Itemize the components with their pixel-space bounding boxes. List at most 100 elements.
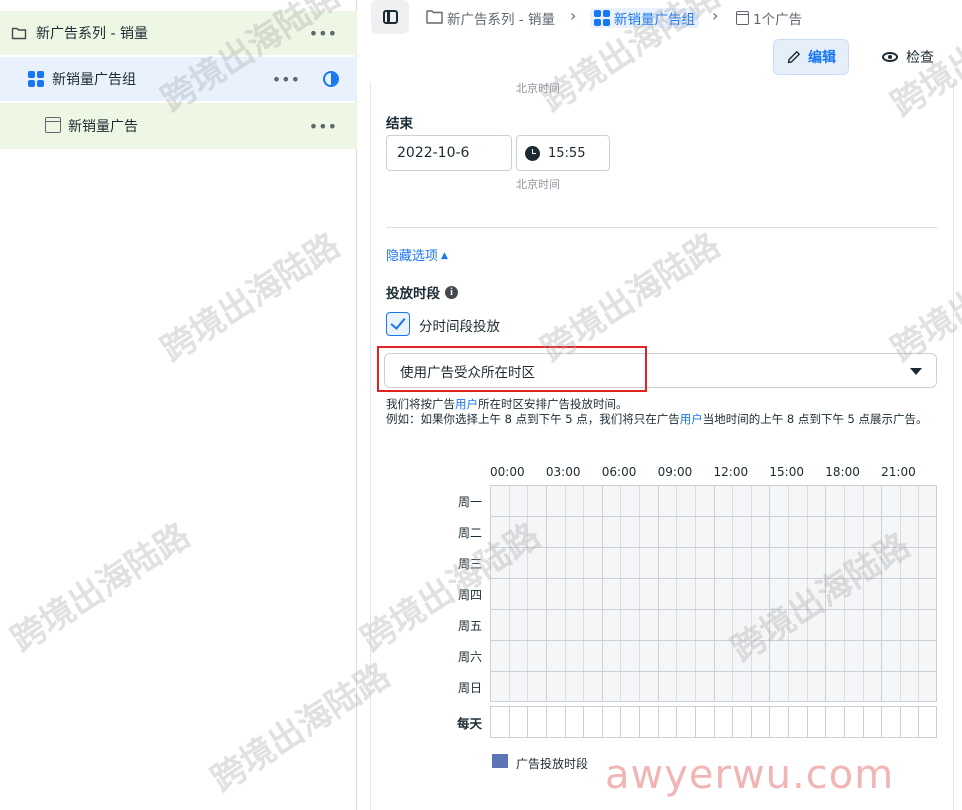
grid-column-line	[750, 486, 752, 701]
caret-up-icon: ▲	[441, 251, 448, 261]
grid-row-line	[491, 671, 936, 672]
tree-campaign-label: 新广告系列 - 销量	[36, 26, 148, 42]
daily-column-line	[508, 707, 510, 737]
folder-icon	[11, 25, 27, 41]
grid-column-line	[788, 486, 789, 701]
end-date-value: 2022-10-6	[397, 145, 470, 161]
tree-item-ad[interactable]: 新销量广告 •••	[0, 103, 357, 149]
grid-column-line	[732, 486, 734, 701]
help-text-part: 当地时间的上午 8 点到下午 5 点展示广告。	[702, 412, 928, 426]
breadcrumb-ad[interactable]: 1个广告	[736, 8, 802, 28]
tree-item-campaign[interactable]: 新广告系列 - 销量 •••	[0, 11, 357, 55]
dayparting-checkbox[interactable]	[386, 312, 410, 336]
annotation-highlight	[377, 346, 647, 392]
grid-column-line	[583, 486, 585, 701]
breadcrumb-campaign-label: 新广告系列 - 销量	[447, 12, 555, 28]
daily-column-line	[918, 707, 920, 737]
day-label: 周三	[458, 557, 483, 571]
more-options-icon[interactable]: •••	[272, 70, 300, 89]
tree-ad-label: 新销量广告	[68, 119, 138, 135]
dayparting-checkbox-label: 分时间段投放	[419, 319, 500, 335]
end-time-input[interactable]: 15:55	[516, 135, 610, 171]
breadcrumb-ad-label: 1个广告	[753, 12, 803, 28]
review-button-label: 检查	[906, 50, 934, 66]
more-options-icon[interactable]: •••	[309, 24, 337, 43]
folder-icon	[426, 9, 443, 28]
grid-column-line	[862, 486, 864, 701]
pencil-icon	[787, 51, 800, 64]
daily-column-line	[676, 707, 678, 737]
schedule-grid[interactable]	[490, 485, 937, 702]
legend-label: 广告投放时段	[516, 757, 589, 771]
hour-label: 18:00	[825, 465, 860, 479]
help-user-link[interactable]: 用户	[680, 412, 703, 426]
hide-options-label: 隐藏选项	[386, 249, 439, 264]
review-button[interactable]: 检查	[863, 39, 953, 75]
daily-column-line	[769, 707, 771, 737]
grid-column-line	[899, 486, 901, 701]
grid-column-line	[601, 486, 603, 701]
hide-options-link[interactable]: 隐藏选项 ▲	[386, 245, 448, 264]
section-divider	[386, 227, 937, 228]
daily-column-line	[564, 707, 566, 737]
grid-column-line	[713, 486, 715, 701]
help-user-link[interactable]: 用户	[455, 397, 478, 411]
daily-column-line	[620, 707, 622, 737]
grid-column-line	[527, 486, 529, 701]
day-label: 周四	[458, 588, 483, 602]
breadcrumb-adset-label: 新销量广告组	[614, 12, 695, 28]
grid-column-line	[508, 486, 510, 701]
daily-column-line	[788, 707, 789, 737]
end-label: 结束	[386, 116, 413, 132]
hour-label: 21:00	[881, 465, 916, 479]
end-date-input[interactable]: 2022-10-6	[386, 135, 512, 171]
clock-icon	[525, 145, 540, 161]
help-text-part: 所在时区安排广告投放时间。	[478, 397, 628, 411]
edit-button-label: 编辑	[808, 50, 836, 66]
daily-column-line	[862, 707, 864, 737]
end-timezone-label: 北京时间	[516, 178, 560, 191]
daily-column-line	[899, 707, 901, 737]
more-options-icon[interactable]: •••	[309, 117, 337, 136]
day-label: 周日	[458, 681, 483, 695]
info-icon[interactable]: i	[445, 285, 458, 299]
day-label: 周二	[458, 526, 483, 540]
day-label: 周一	[458, 495, 483, 509]
grid-column-line	[545, 486, 547, 701]
daily-column-line	[825, 707, 827, 737]
daily-column-line	[583, 707, 585, 737]
daily-column-line	[806, 707, 808, 737]
delivery-status-icon[interactable]	[323, 71, 339, 87]
sidebar-toggle-button[interactable]	[371, 0, 409, 34]
dropdown-arrow-icon	[910, 368, 922, 375]
grid-column-line	[620, 486, 622, 701]
grid-row-line	[491, 547, 936, 548]
daily-column-line	[750, 707, 752, 737]
tree-item-adset[interactable]: 新销量广告组 •••	[0, 57, 357, 101]
help-text-part: 我们将按广告	[386, 397, 455, 411]
dayparting-title: 投放时段 i	[386, 282, 458, 302]
grid-column-line	[676, 486, 678, 701]
grid-column-line	[806, 486, 808, 701]
daily-column-line	[545, 707, 547, 737]
hour-label: 09:00	[657, 465, 693, 479]
daily-column-line	[601, 707, 603, 737]
daily-label: 每天	[457, 716, 483, 731]
daily-column-line	[713, 707, 715, 737]
breadcrumb-bar: 新广告系列 - 销量 › 新销量广告组 › 1个广告 编辑 检查	[358, 0, 962, 82]
daily-column-line	[657, 707, 659, 737]
grid-column-line	[657, 486, 659, 701]
chevron-right-icon: ›	[712, 6, 719, 25]
daily-row[interactable]	[490, 706, 937, 738]
breadcrumb-adset[interactable]: 新销量广告组	[590, 8, 699, 28]
daily-column-line	[843, 707, 845, 737]
chevron-right-icon: ›	[570, 6, 577, 25]
hour-label: 00:00	[490, 465, 525, 479]
day-label: 周五	[458, 619, 483, 633]
breadcrumb-campaign[interactable]: 新广告系列 - 销量	[426, 8, 555, 28]
edit-button[interactable]: 编辑	[773, 39, 849, 75]
grid-row-line	[491, 578, 936, 579]
timezone-help-text: 我们将按广告用户所在时区安排广告投放时间。 例如：如果你选择上午 8 点到下午 …	[386, 397, 941, 427]
hour-label: 12:00	[713, 465, 749, 479]
daily-column-line	[694, 707, 696, 737]
